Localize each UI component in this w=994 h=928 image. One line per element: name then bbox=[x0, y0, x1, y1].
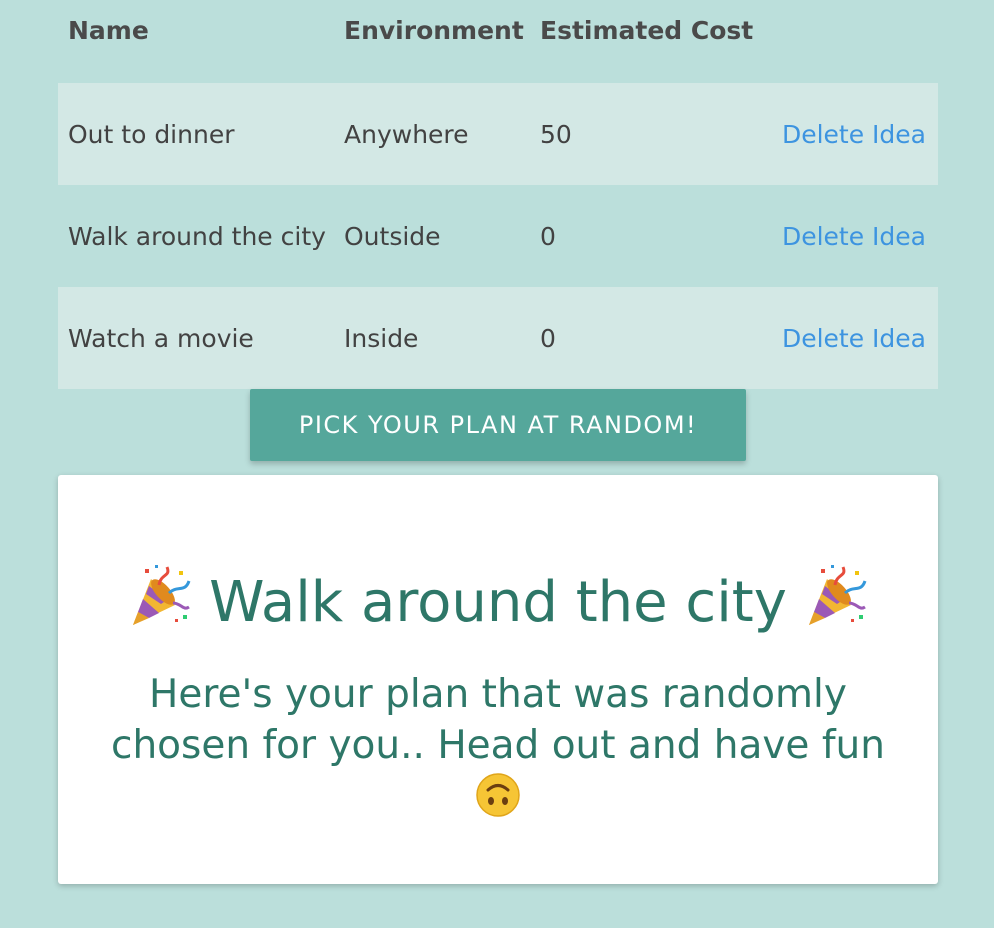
upside-down-face-icon bbox=[476, 773, 520, 817]
random-plan-card: Walk around the city Here's your plan th… bbox=[58, 475, 938, 884]
idea-cost: 0 bbox=[540, 221, 556, 251]
idea-cost: 50 bbox=[540, 119, 572, 149]
column-header-estimated-cost: Estimated Cost bbox=[540, 16, 754, 45]
table-row: Out to dinner Anywhere 50 Delete Idea bbox=[58, 83, 938, 185]
delete-cell: Delete Idea bbox=[762, 120, 938, 149]
party-popper-icon bbox=[129, 563, 191, 629]
ideas-table: Name Environment Estimated Cost Out to d… bbox=[58, 0, 938, 389]
idea-environment: Anywhere bbox=[344, 119, 469, 149]
delete-cell: Delete Idea bbox=[762, 222, 938, 251]
idea-cost: 0 bbox=[540, 323, 556, 353]
idea-environment: Outside bbox=[344, 221, 441, 251]
random-plan-message-block: Here's your plan that was randomly chose… bbox=[98, 669, 898, 822]
table-row: Watch a movie Inside 0 Delete Idea bbox=[58, 287, 938, 389]
idea-name: Watch a movie bbox=[68, 323, 254, 353]
idea-environment: Inside bbox=[344, 323, 419, 353]
random-plan-message: Here's your plan that was randomly chose… bbox=[111, 672, 885, 768]
idea-name: Out to dinner bbox=[68, 119, 235, 149]
random-plan-title: Walk around the city bbox=[209, 570, 787, 635]
delete-idea-link[interactable]: Delete Idea bbox=[782, 222, 926, 251]
random-plan-title-line: Walk around the city bbox=[58, 563, 938, 641]
delete-cell: Delete Idea bbox=[762, 324, 938, 353]
pick-random-plan-button[interactable]: PICK YOUR PLAN AT RANDOM! bbox=[250, 389, 746, 461]
party-popper-icon bbox=[805, 563, 867, 629]
delete-idea-link[interactable]: Delete Idea bbox=[782, 120, 926, 149]
column-header-environment: Environment bbox=[344, 16, 524, 45]
delete-idea-link[interactable]: Delete Idea bbox=[782, 324, 926, 353]
header-divider bbox=[58, 66, 938, 83]
table-row: Walk around the city Outside 0 Delete Id… bbox=[58, 185, 938, 287]
column-header-name: Name bbox=[68, 16, 149, 45]
table-header-row: Name Environment Estimated Cost bbox=[58, 0, 938, 66]
idea-name: Walk around the city bbox=[68, 221, 326, 251]
